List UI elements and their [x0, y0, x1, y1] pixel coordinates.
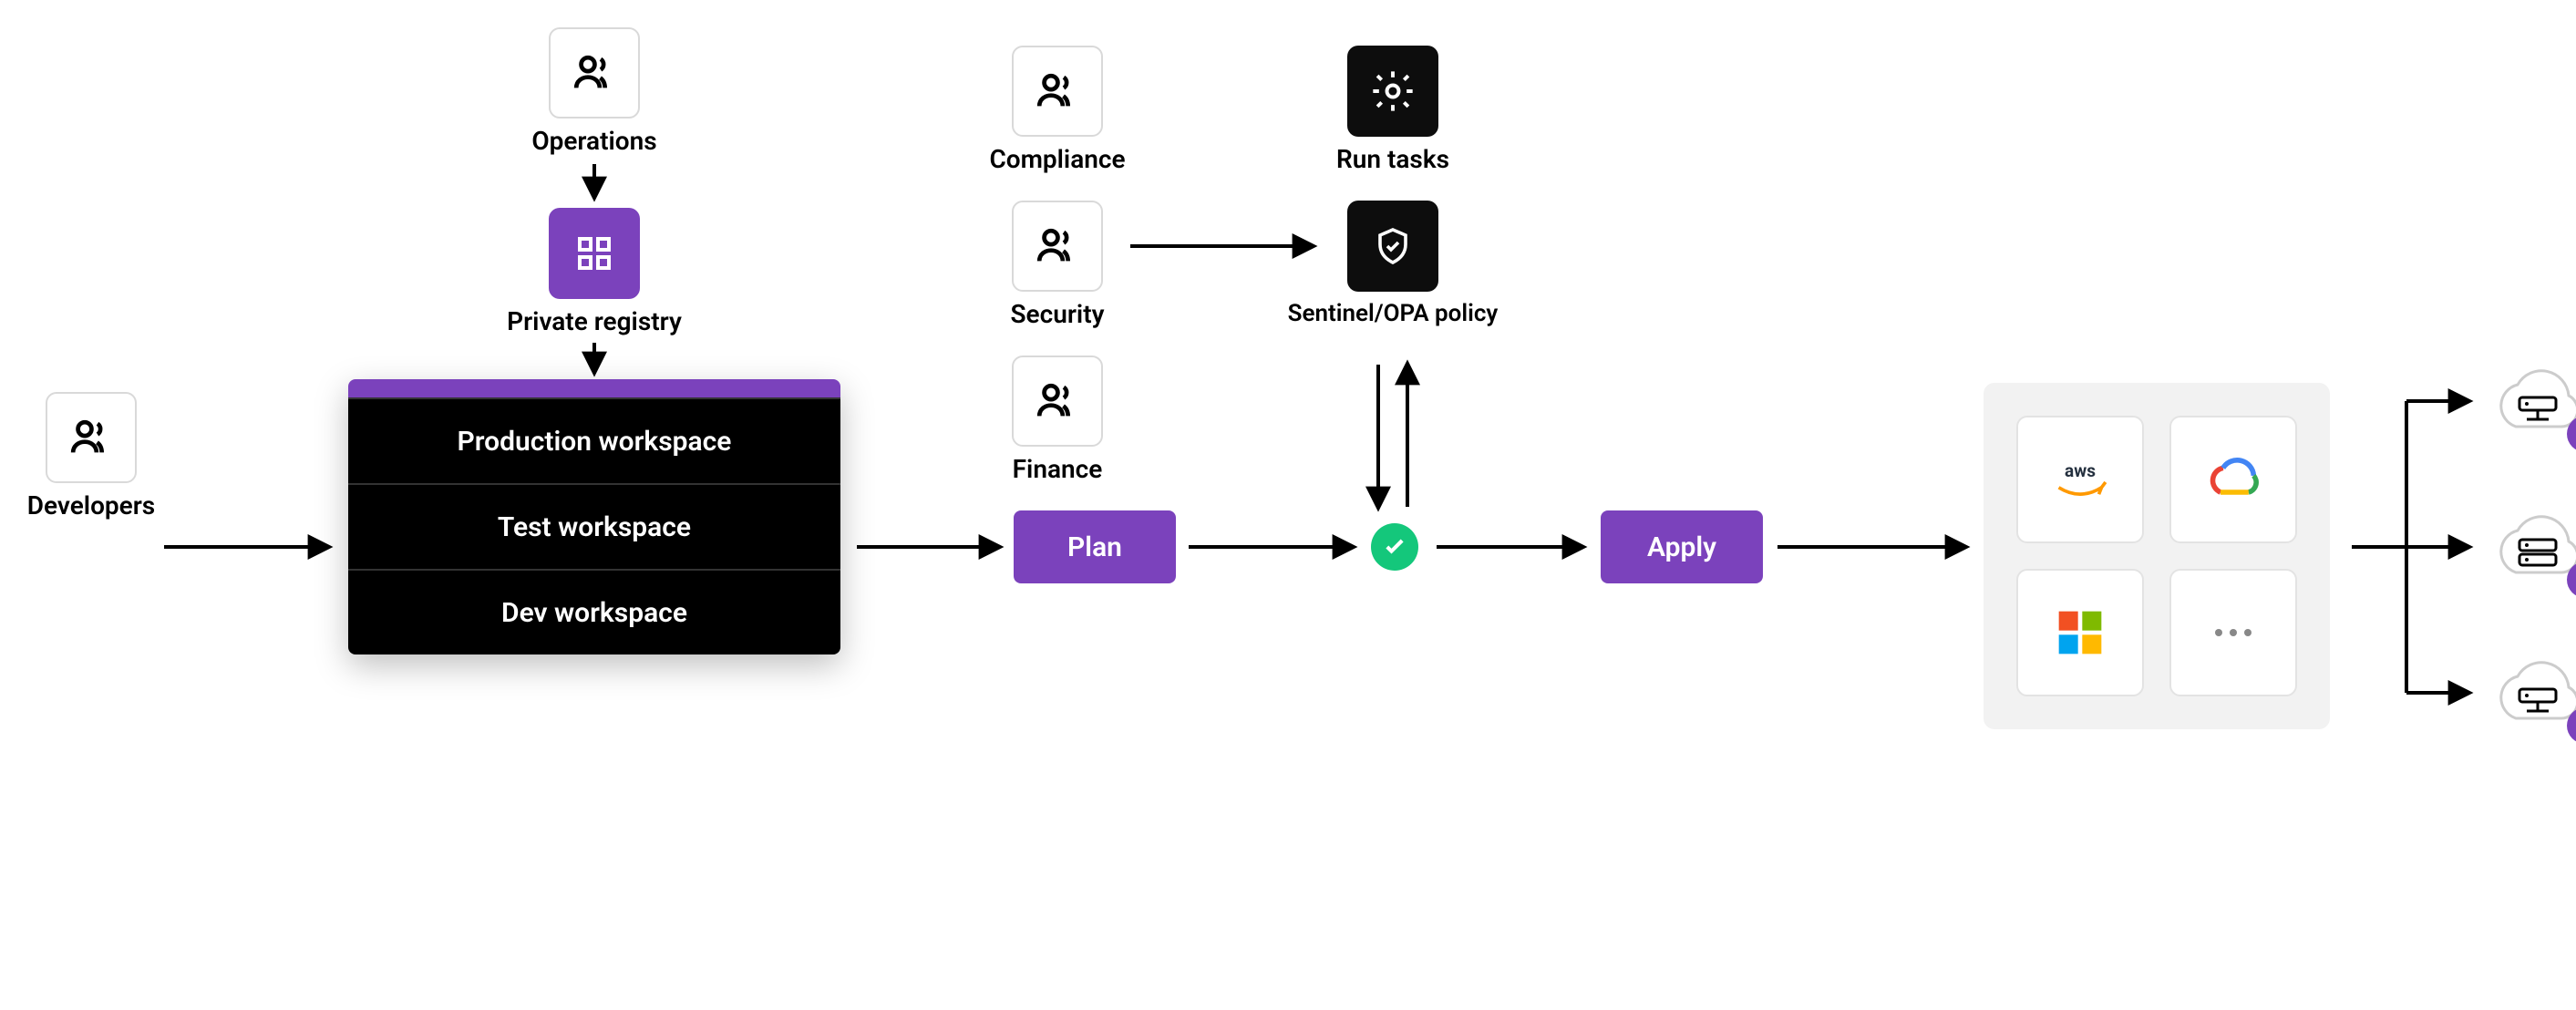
workspace-production: Production workspace: [348, 397, 840, 483]
developers-icon-tile: [46, 392, 137, 483]
server-cloud-1: [2483, 361, 2576, 441]
person-icon: [66, 412, 117, 463]
cloud-providers-panel: aws: [1984, 383, 2330, 729]
workspaces-stack: Production workspace Test workspace Dev …: [348, 379, 840, 654]
operations-label: Operations: [467, 128, 722, 157]
plan-label: Plan: [1067, 531, 1122, 563]
ellipsis-icon: [2211, 625, 2255, 640]
apply-stage: Apply: [1601, 510, 1763, 583]
security-icon-tile: [1012, 201, 1103, 292]
sentinel-label: Sentinel/OPA policy: [1265, 301, 1520, 329]
run-tasks-label: Run tasks: [1265, 146, 1520, 175]
workflow-diagram: Developers Operations Private registry P…: [0, 0, 2576, 1010]
aws-icon: aws: [2040, 454, 2120, 505]
finance-icon-tile: [1012, 356, 1103, 447]
operations-icon-tile: [549, 27, 640, 119]
provider-gcp: [2169, 416, 2297, 543]
private-registry-label: Private registry: [467, 308, 722, 337]
developers-label: Developers: [0, 492, 219, 521]
provider-more: [2169, 569, 2297, 696]
workspace-test: Test workspace: [348, 483, 840, 569]
workspaces-accent-bar: [348, 379, 840, 397]
sentinel-tile: [1347, 201, 1438, 292]
compliance-icon-tile: [1012, 46, 1103, 137]
gear-icon: [1369, 67, 1417, 115]
person-icon: [1032, 221, 1083, 272]
plan-stage: Plan: [1014, 510, 1176, 583]
microsoft-icon: [2055, 607, 2106, 658]
svg-text:aws: aws: [2065, 460, 2096, 481]
server-cloud-2: [2483, 507, 2576, 587]
apply-label: Apply: [1647, 531, 1716, 563]
checkmark-icon: [1382, 534, 1407, 560]
person-icon: [569, 47, 620, 98]
cloud-server-icon: [2483, 361, 2576, 441]
shield-check-icon: [1371, 224, 1415, 268]
server-cloud-3: [2483, 653, 2576, 733]
person-icon: [1032, 66, 1083, 117]
private-registry-tile: [549, 208, 640, 299]
sentinel-label-text: Sentinel/OPA policy: [1288, 301, 1499, 328]
run-tasks-tile: [1347, 46, 1438, 137]
finance-label: Finance: [930, 456, 1185, 485]
person-icon: [1032, 376, 1083, 427]
gcp-icon: [2202, 454, 2264, 505]
grid-icon: [572, 232, 616, 275]
workspace-dev: Dev workspace: [348, 569, 840, 654]
security-label: Security: [930, 301, 1185, 330]
cloud-server-icon: [2483, 507, 2576, 587]
compliance-label: Compliance: [930, 146, 1185, 175]
check-icon: [1371, 523, 1418, 571]
provider-azure: [2016, 569, 2144, 696]
provider-aws: aws: [2016, 416, 2144, 543]
cloud-server-icon: [2483, 653, 2576, 733]
